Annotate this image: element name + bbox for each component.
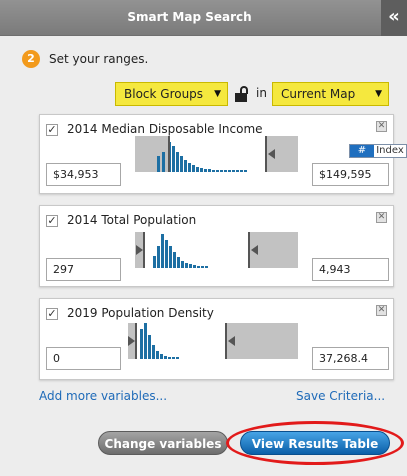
- step-instruction: 2 Set your ranges.: [22, 50, 148, 68]
- change-variables-button[interactable]: Change variables: [98, 431, 228, 455]
- geography-level-value: Block Groups: [124, 87, 204, 101]
- collapse-panel-button[interactable]: «: [381, 0, 407, 36]
- map-extent-value: Current Map: [281, 87, 356, 101]
- unlocked-padlock-icon[interactable]: [235, 86, 249, 102]
- dropdown-arrow-icon: ▼: [214, 89, 221, 99]
- remove-variable-icon[interactable]: ✕: [376, 121, 387, 132]
- index-toggle[interactable]: # Index: [349, 144, 407, 158]
- variable-name: 2019 Population Density: [67, 306, 214, 320]
- dropdown-arrow-icon: ▼: [375, 89, 382, 99]
- variable-card-income: ✓ 2014 Median Disposable Income ✕ # Inde…: [39, 114, 407, 194]
- max-handle-arrow-icon: [268, 149, 275, 159]
- min-handle-arrow-icon: [128, 336, 135, 346]
- range-max-handle[interactable]: [265, 136, 267, 172]
- step-text: Set your ranges.: [49, 52, 149, 66]
- range-min-input[interactable]: 0: [46, 347, 121, 370]
- in-connector-label: in: [256, 86, 267, 100]
- panel-header: Smart Map Search «: [0, 0, 407, 36]
- panel-title: Smart Map Search: [127, 10, 252, 24]
- range-max-input[interactable]: $149,595: [312, 163, 389, 186]
- hash-icon: #: [350, 145, 374, 157]
- map-extent-dropdown[interactable]: Current Map ▼: [272, 82, 389, 106]
- variable-checkbox[interactable]: ✓: [46, 215, 58, 227]
- variable-checkbox[interactable]: ✓: [46, 124, 58, 136]
- geography-level-dropdown[interactable]: Block Groups ▼: [115, 82, 228, 106]
- double-chevron-left-icon: «: [388, 6, 400, 27]
- remove-variable-icon[interactable]: ✕: [376, 305, 387, 316]
- step-number-badge: 2: [22, 50, 40, 68]
- range-max-input[interactable]: 37,268.4: [312, 347, 389, 370]
- highlight-circle-annotation: [226, 421, 404, 465]
- max-handle-arrow-icon: [251, 245, 258, 255]
- add-more-variables-link[interactable]: Add more variables...: [39, 389, 167, 403]
- histogram-range-slider[interactable]: [135, 136, 298, 172]
- histogram-range-slider[interactable]: [135, 232, 298, 268]
- range-max-handle[interactable]: [225, 323, 227, 359]
- range-max-input[interactable]: 4,943: [312, 258, 389, 281]
- save-criteria-link[interactable]: Save Criteria...: [296, 389, 385, 403]
- max-handle-arrow-icon: [228, 336, 235, 346]
- index-label: Index: [374, 145, 406, 157]
- variable-name: 2014 Total Population: [67, 213, 197, 227]
- variable-name: 2014 Median Disposable Income: [67, 122, 263, 136]
- variable-checkbox[interactable]: ✓: [46, 308, 58, 320]
- geography-row: Block Groups ▼ in Current Map ▼: [0, 82, 407, 106]
- histogram-range-slider[interactable]: [128, 323, 298, 359]
- range-min-handle[interactable]: [168, 136, 170, 172]
- remove-variable-icon[interactable]: ✕: [376, 212, 387, 223]
- range-min-input[interactable]: 297: [46, 258, 121, 281]
- variable-card-density: ✓ 2019 Population Density ✕ 0 37,268.4: [39, 298, 394, 380]
- range-max-handle[interactable]: [248, 232, 250, 268]
- range-min-handle[interactable]: [135, 323, 137, 359]
- variable-card-population: ✓ 2014 Total Population ✕ 297 4,943: [39, 205, 394, 287]
- range-min-handle[interactable]: [143, 232, 145, 268]
- range-min-input[interactable]: $34,953: [46, 163, 121, 186]
- min-handle-arrow-icon: [136, 245, 143, 255]
